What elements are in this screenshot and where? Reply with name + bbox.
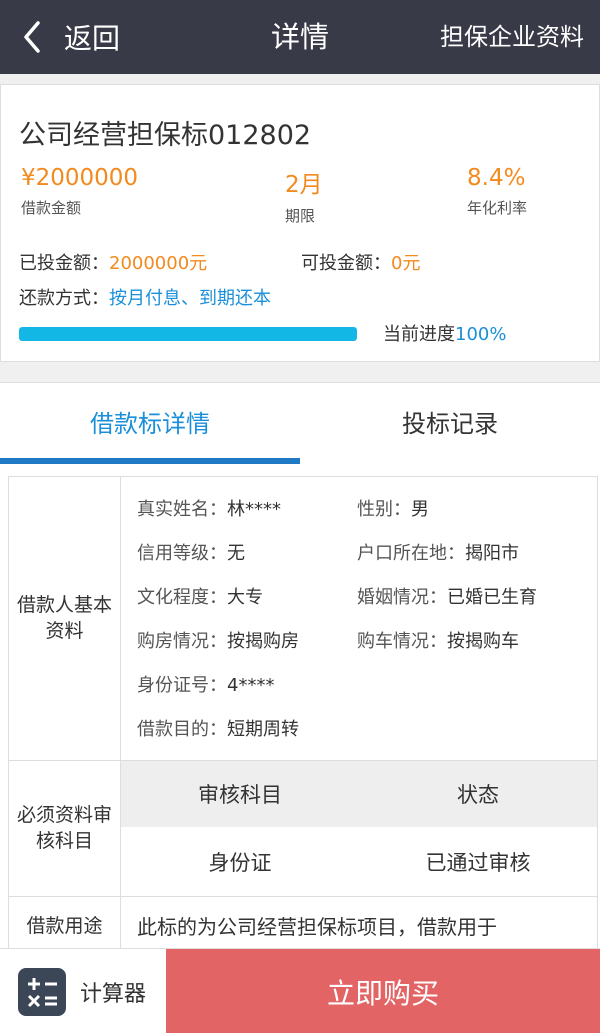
details-table: 借款人基本资料 真实姓名：林**** 性别：男 信用等级：无 户口所在地：揭阳市… [8,476,598,948]
progress-value: 100% [455,324,507,345]
available-value: 0元 [391,253,421,274]
info-key: 婚姻情况： [357,587,447,608]
info-value: 按揭购车 [447,631,519,652]
progress-label: 当前进度 [383,324,455,345]
guarantor-info-link[interactable]: 担保企业资料 [440,0,584,74]
repay-method: 还款方式：按月付息、到期还本 [19,284,271,310]
details-content[interactable]: 借款人基本资料 真实姓名：林**** 性别：男 信用等级：无 户口所在地：揭阳市… [0,464,600,948]
info-id-number: 身份证号：4**** [137,671,274,697]
info-key: 户口所在地： [357,543,465,564]
loan-summary-card: 公司经营担保标012802 ¥2000000 借款金额 2月 期限 8.4% 年… [0,84,600,362]
info-key: 身份证号： [137,675,227,696]
calculator-label: 计算器 [80,981,147,1007]
calculator-icon [18,967,66,1016]
buy-now-button[interactable]: 立即购买 [166,949,600,1033]
tab-loan-details[interactable]: 借款标详情 [0,383,300,465]
invested-value: 2000000元 [109,253,208,274]
info-value: 按揭购房 [227,631,299,652]
info-education: 文化程度：大专 [137,583,263,609]
info-value: 无 [227,543,245,564]
info-credit: 信用等级：无 [137,539,245,565]
progress-text: 当前进度100% [383,320,506,346]
term-stat: 2月 期限 [285,165,323,226]
column-header-status: 状态 [457,783,499,807]
amount-stat: ¥2000000 借款金额 [21,165,138,218]
term-value: 2月 [285,172,323,198]
info-key: 购房情况： [137,631,227,652]
invested-label: 已投金额： [19,253,109,274]
calculator-button[interactable]: 计算器 [0,949,166,1033]
rate-value: 8.4% [467,165,526,191]
repay-value: 按月付息、到期还本 [109,288,271,309]
bottom-action-bar: 计算器 立即购买 [0,948,600,1033]
usage-section: 借款用途 此标的为公司经营担保标项目，借款用于 [9,897,597,948]
info-car: 购车情况：按揭购车 [357,627,519,653]
info-value: 林**** [227,499,281,520]
info-key: 文化程度： [137,587,227,608]
info-marriage: 婚姻情况：已婚已生育 [357,583,537,609]
info-hukou: 户口所在地：揭阳市 [357,539,519,565]
tab-bid-records[interactable]: 投标记录 [300,383,600,465]
table-row: 身份证 已通过审核 [121,827,597,897]
info-key: 购车情况： [357,631,447,652]
info-gender: 性别：男 [357,495,429,521]
info-key: 信用等级： [137,543,227,564]
repay-label: 还款方式： [19,288,109,309]
info-value: 大专 [227,587,263,608]
info-value: 揭阳市 [465,543,519,564]
review-status: 已通过审核 [425,851,531,875]
info-key: 真实姓名： [137,499,227,520]
review-section: 必须资料审核科目 审核科目 状态 身份证 已通过审核 [9,761,597,897]
info-value: 4**** [227,675,275,696]
available-label: 可投金额： [301,253,391,274]
review-subject: 身份证 [208,851,272,875]
rate-label: 年化利率 [467,199,528,217]
term-label: 期限 [285,207,316,225]
column-header-subject: 审核科目 [198,783,282,807]
info-real-name: 真实姓名：林**** [137,495,281,521]
review-table-header: 审核科目 状态 [121,761,597,827]
available-amount: 可投金额：0元 [301,249,420,275]
top-bar: 返回 详情 担保企业资料 [0,0,600,74]
usage-section-label: 借款用途 [9,897,121,948]
amount-label: 借款金额 [21,199,82,217]
info-key: 借款目的： [137,719,227,740]
amount-value: ¥2000000 [21,165,139,191]
borrower-section: 借款人基本资料 真实姓名：林**** 性别：男 信用等级：无 户口所在地：揭阳市… [9,477,597,761]
review-section-label: 必须资料审核科目 [9,761,121,896]
borrower-section-label: 借款人基本资料 [9,477,121,760]
review-table: 审核科目 状态 身份证 已通过审核 [121,761,597,896]
loan-name: 公司经营担保标012802 [19,120,312,151]
tab-bar: 借款标详情 投标记录 [0,382,600,464]
usage-text: 此标的为公司经营担保标项目，借款用于 [137,915,497,939]
rate-stat: 8.4% 年化利率 [467,165,527,218]
info-value: 短期周转 [227,719,299,740]
info-house: 购房情况：按揭购房 [137,627,299,653]
invested-amount: 已投金额：2000000元 [19,249,207,275]
info-key: 性别： [357,499,411,520]
progress-fill [19,327,357,341]
info-purpose: 借款目的：短期周转 [137,715,299,741]
borrower-info: 真实姓名：林**** 性别：男 信用等级：无 户口所在地：揭阳市 文化程度：大专… [121,477,597,760]
info-value: 男 [411,499,429,520]
info-value: 已婚已生育 [447,587,537,608]
progress-bar [19,327,357,341]
